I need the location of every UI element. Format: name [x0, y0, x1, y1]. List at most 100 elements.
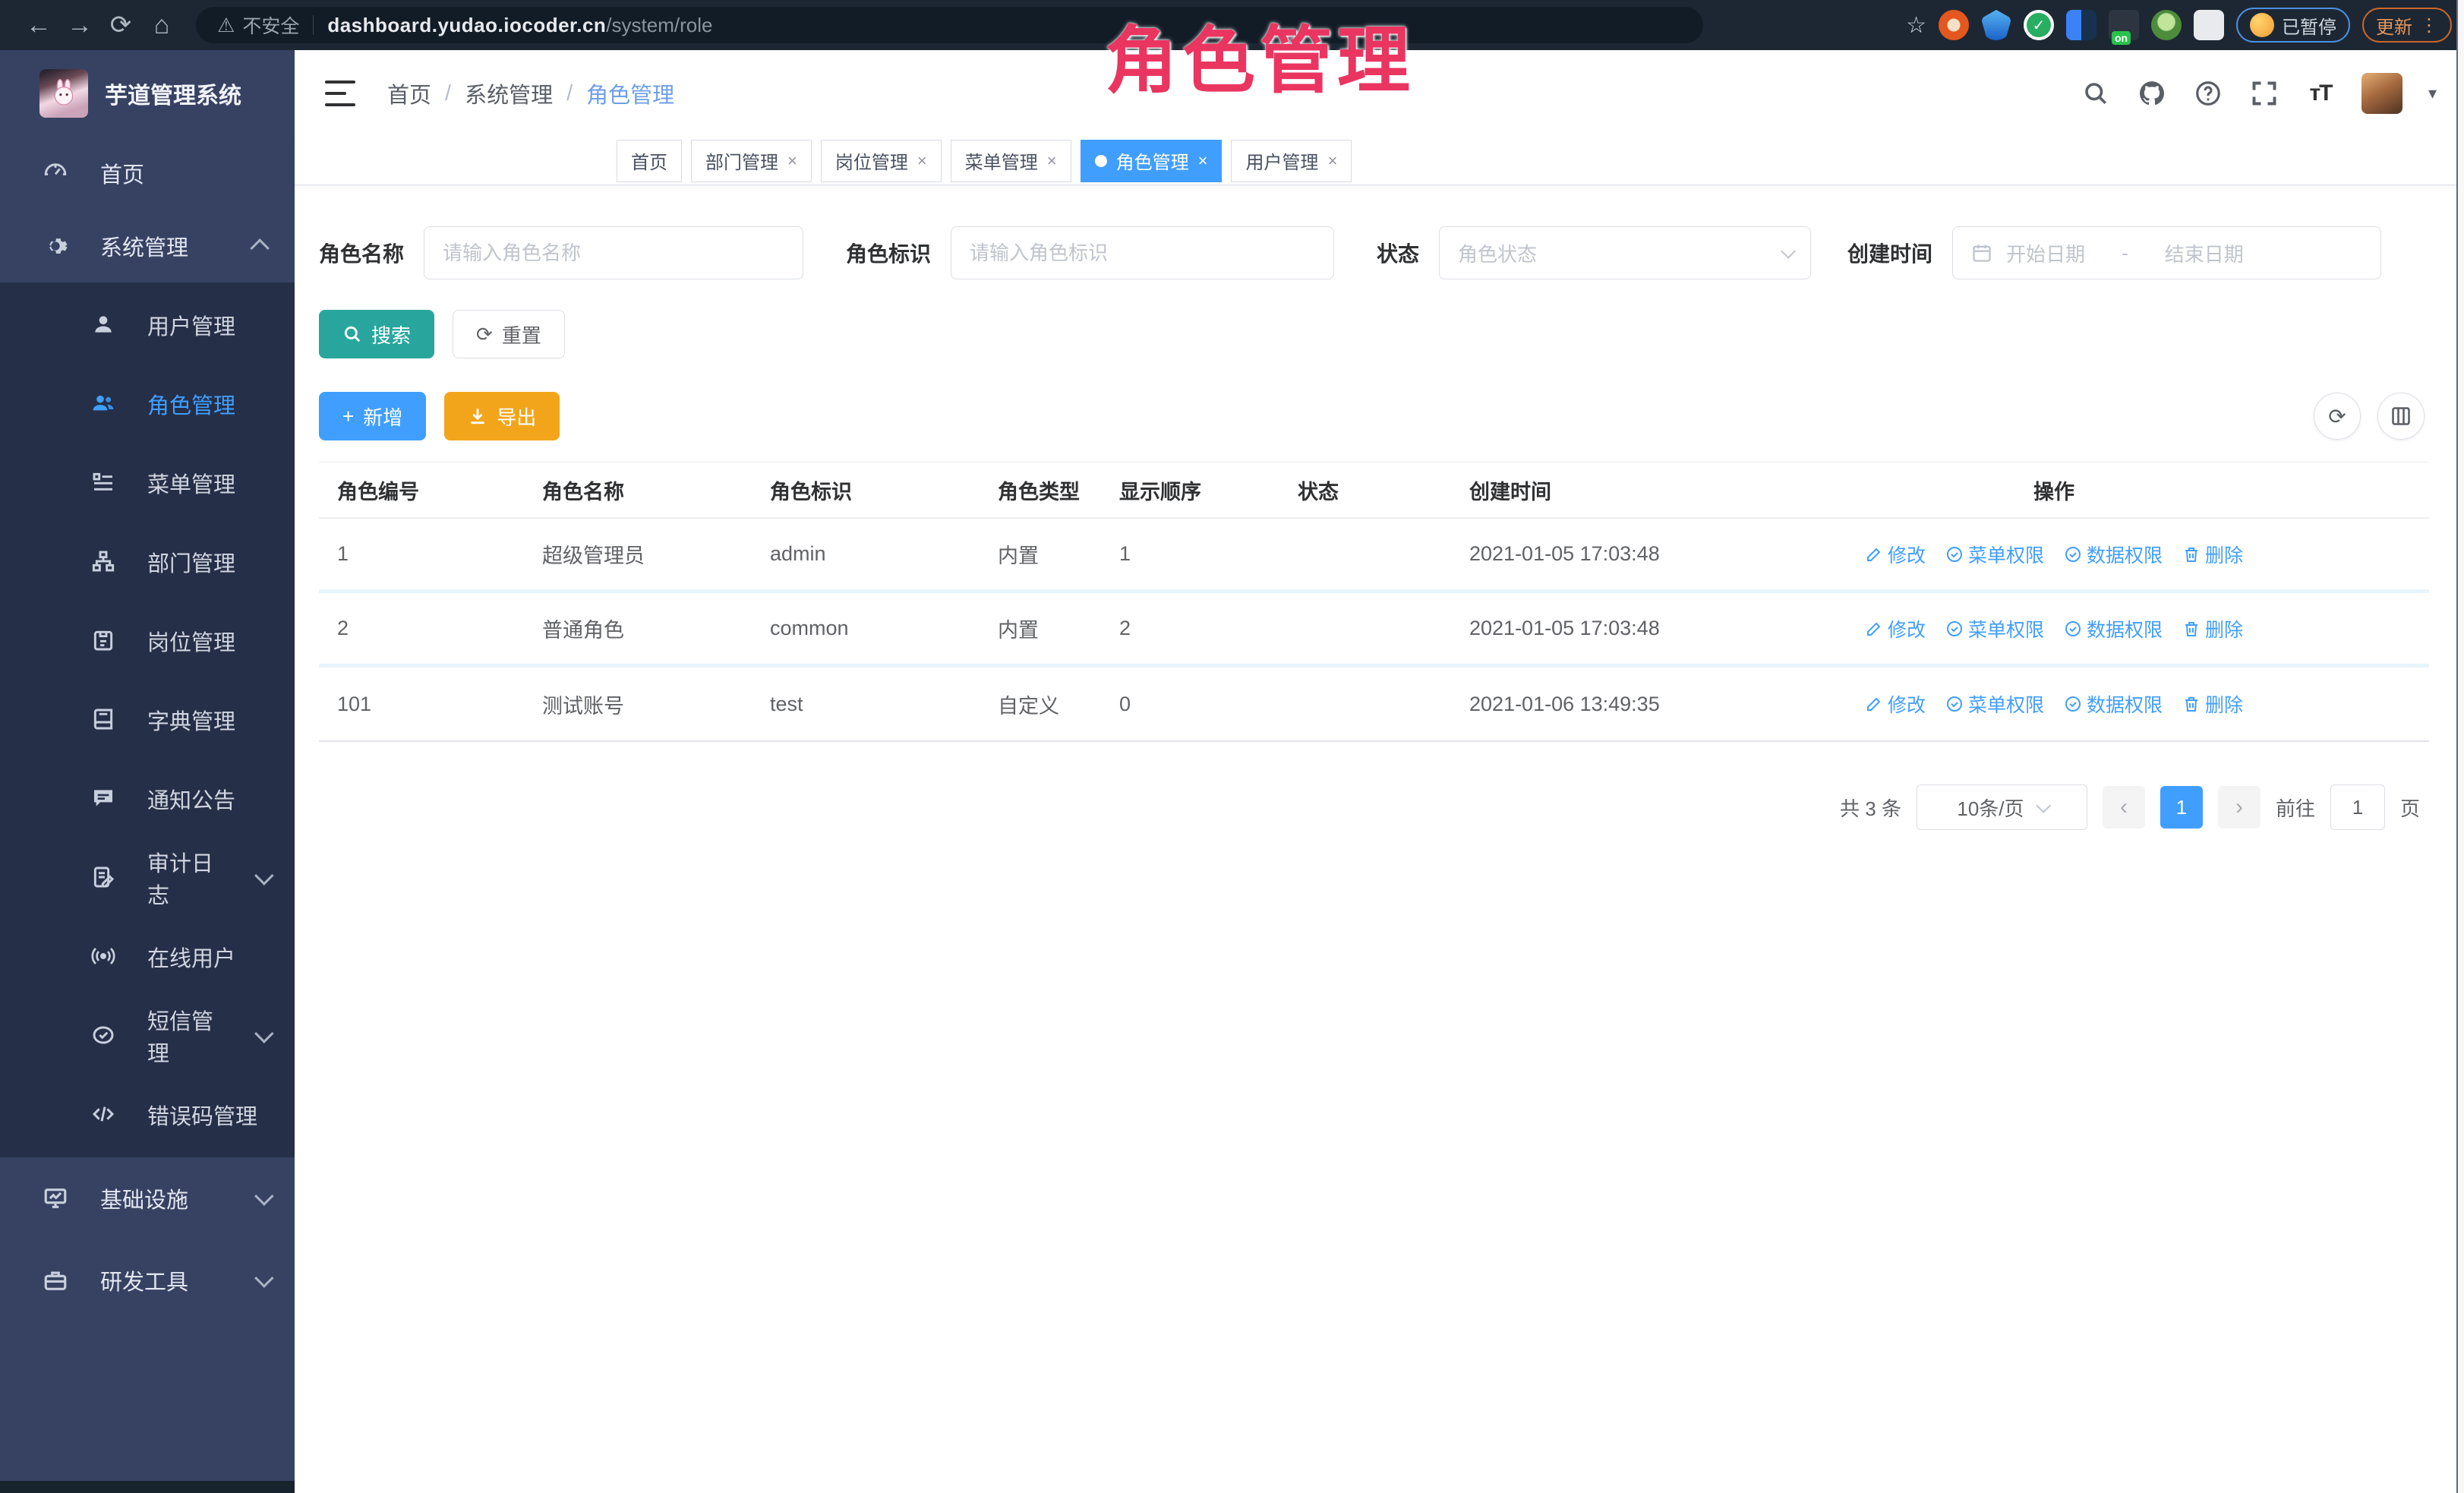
breadcrumb-system[interactable]: 系统管理	[465, 77, 553, 109]
tab-menus[interactable]: 菜单管理×	[951, 140, 1071, 182]
date-range-picker[interactable]: 开始日期 - 结束日期	[1952, 226, 2381, 279]
help-icon[interactable]	[2193, 78, 2223, 109]
column-settings-button[interactable]	[2377, 393, 2425, 440]
browser-forward-icon[interactable]: →	[59, 11, 100, 40]
data-permission-link[interactable]: 数据权限	[2064, 690, 2163, 718]
menu-permission-link[interactable]: 菜单权限	[1945, 615, 2044, 642]
export-button[interactable]: 导出	[444, 392, 560, 440]
breadcrumb-home[interactable]: 首页	[387, 77, 431, 109]
sidebar-item-home[interactable]: 首页	[0, 137, 295, 210]
edit-link[interactable]: 修改	[1865, 615, 1926, 642]
extension-icon-7[interactable]	[2194, 10, 2224, 40]
red-annotation-text: 角色管理	[1105, 2, 1415, 107]
update-button[interactable]: 更新 ⋮	[2362, 8, 2452, 43]
tag-bar: 首页 部门管理× 岗位管理× 菜单管理× 角色管理× 用户管理×	[295, 137, 2464, 185]
role-key-input[interactable]	[970, 241, 1315, 265]
fullscreen-icon[interactable]	[2249, 78, 2279, 109]
delete-link[interactable]: 删除	[2182, 615, 2243, 642]
sidebar-item-system[interactable]: 系统管理	[0, 210, 295, 283]
edit-link[interactable]: 修改	[1865, 541, 1926, 568]
extension-icon-3[interactable]: ✓	[2024, 10, 2054, 40]
menu-permission-link[interactable]: 菜单权限	[1945, 690, 2044, 718]
data-permission-link[interactable]: 数据权限	[2064, 615, 2163, 642]
date-end-placeholder: 结束日期	[2165, 239, 2244, 267]
browser-reload-icon[interactable]: ⟳	[100, 10, 141, 40]
sidebar-item-audit-log[interactable]: 审计日志	[0, 838, 295, 917]
bookmark-star-icon[interactable]: ☆	[1906, 12, 1926, 39]
add-button[interactable]: + 新增	[319, 392, 426, 440]
search-icon[interactable]	[2081, 78, 2111, 109]
extension-icon-4[interactable]	[2066, 10, 2096, 40]
sidebar-item-notice[interactable]: 通知公告	[0, 759, 295, 838]
sidebar-item-dev-tools[interactable]: 研发工具	[0, 1239, 295, 1321]
role-key-input-wrap	[951, 226, 1334, 279]
browser-home-icon[interactable]: ⌂	[141, 11, 182, 40]
tab-posts[interactable]: 岗位管理×	[821, 140, 942, 182]
tab-users[interactable]: 用户管理×	[1231, 140, 1352, 182]
col-role-id: 角色编号	[319, 475, 524, 505]
sidebar-item-dict[interactable]: 字典管理	[0, 680, 295, 759]
search-button[interactable]: 搜索	[319, 310, 434, 358]
page-1-button[interactable]: 1	[2160, 786, 2203, 829]
sidebar-item-infrastructure[interactable]: 基础设施	[0, 1157, 295, 1239]
reset-button[interactable]: ⟳ 重置	[453, 310, 565, 358]
role-name-input[interactable]	[443, 241, 784, 265]
role-name-label: 角色名称	[319, 238, 404, 268]
data-permission-link[interactable]: 数据权限	[2064, 541, 2163, 568]
address-bar[interactable]: ⚠ 不安全 dashboard.yudao.iocoder.cn /system…	[196, 7, 1703, 43]
sidebar-item-label: 短信管理	[147, 1004, 225, 1068]
calendar-icon	[1971, 242, 1992, 264]
notice-icon	[91, 786, 117, 812]
table-row: 101 测试账号 test 自定义 0 2021-01-06 13:49:35 …	[319, 668, 2429, 742]
sidebar-item-error-codes[interactable]: 错误码管理	[0, 1075, 295, 1154]
menu-permission-link[interactable]: 菜单权限	[1945, 541, 2044, 568]
github-icon[interactable]	[2137, 78, 2167, 109]
edit-link[interactable]: 修改	[1865, 690, 1926, 718]
sidebar-item-posts[interactable]: 岗位管理	[0, 601, 295, 680]
kebab-menu-icon[interactable]: ⋮	[2420, 14, 2438, 36]
status-select[interactable]: 角色状态	[1439, 226, 1811, 279]
sidebar-item-departments[interactable]: 部门管理	[0, 522, 295, 601]
close-icon[interactable]: ×	[787, 151, 797, 171]
sidebar-item-online-users[interactable]: 在线用户	[0, 917, 295, 996]
sidebar-item-label: 研发工具	[100, 1264, 223, 1296]
font-size-icon[interactable]: тT	[2305, 78, 2336, 109]
table-header-row: 角色编号 角色名称 角色标识 角色类型 显示顺序 状态 创建时间 操作	[319, 462, 2429, 519]
update-label: 更新	[2376, 12, 2412, 39]
close-icon[interactable]: ×	[1327, 151, 1337, 171]
browser-back-icon[interactable]: ←	[18, 11, 59, 40]
log-icon	[91, 865, 117, 891]
page-unit-label: 页	[2400, 794, 2420, 822]
sidebar-item-users[interactable]: 用户管理	[0, 286, 295, 365]
extension-icon-6[interactable]	[2151, 10, 2182, 40]
caret-down-icon[interactable]: ▾	[2428, 84, 2437, 103]
sidebar-logo-row[interactable]: 芋道管理系统	[0, 50, 295, 137]
sidebar-item-sms[interactable]: 短信管理	[0, 996, 295, 1075]
date-start-placeholder: 开始日期	[2006, 239, 2085, 267]
chevron-down-icon	[1781, 244, 1796, 259]
tab-departments[interactable]: 部门管理×	[691, 140, 812, 182]
close-icon[interactable]: ×	[1047, 151, 1057, 171]
extension-icon-2[interactable]	[1981, 10, 2011, 40]
page-size-select[interactable]: 10条/页	[1917, 784, 2087, 830]
tab-roles[interactable]: 角色管理×	[1081, 140, 1223, 182]
infra-icon	[43, 1185, 68, 1211]
avatar[interactable]	[2361, 73, 2402, 114]
close-icon[interactable]: ×	[917, 151, 927, 171]
sidebar-item-roles[interactable]: 角色管理	[0, 365, 295, 443]
next-page-button[interactable]: ›	[2218, 786, 2261, 829]
profile-paused-badge[interactable]: 已暂停	[2236, 8, 2350, 43]
prev-page-button[interactable]: ‹	[2103, 786, 2145, 829]
goto-page-input[interactable]	[2330, 784, 2385, 830]
close-icon[interactable]: ×	[1198, 151, 1208, 171]
delete-link[interactable]: 删除	[2182, 541, 2243, 568]
hamburger-icon[interactable]	[325, 80, 355, 106]
sidebar-item-menus[interactable]: 菜单管理	[0, 443, 295, 522]
scrollbar[interactable]	[2456, 0, 2464, 1493]
delete-link[interactable]: 删除	[2182, 690, 2243, 718]
chevron-down-icon	[2036, 798, 2051, 813]
extension-icon-1[interactable]	[1939, 10, 1969, 40]
tab-home[interactable]: 首页	[617, 140, 682, 182]
refresh-table-button[interactable]: ⟳	[2314, 393, 2361, 440]
extension-icon-5[interactable]: on	[2109, 10, 2139, 40]
